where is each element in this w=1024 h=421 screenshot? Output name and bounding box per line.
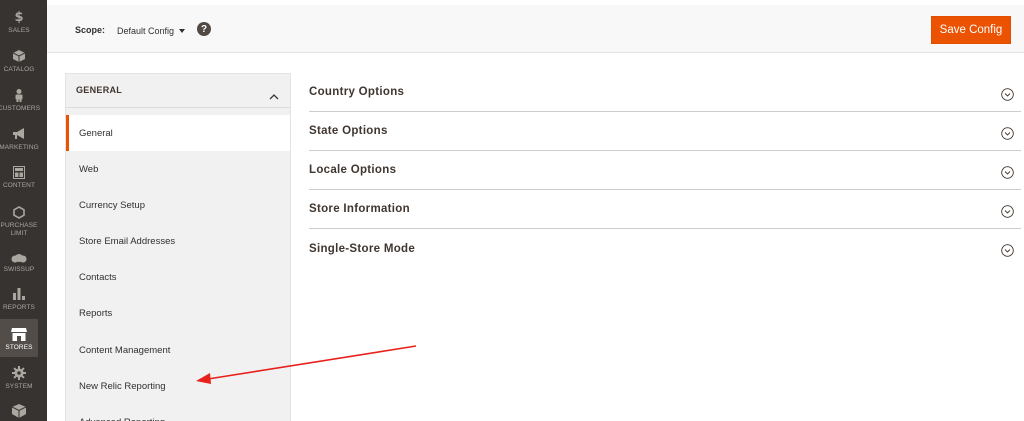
save-config-button[interactable]: Save Config: [931, 16, 1011, 44]
nav-item-content[interactable]: CONTENT: [0, 164, 38, 190]
nav-label: REPORTS: [2, 304, 35, 311]
bar-chart-icon: [11, 286, 27, 302]
nav-item-marketing[interactable]: MARKETING: [0, 126, 39, 152]
cube-icon: [11, 48, 27, 64]
tab-new-relic-reporting[interactable]: New Relic Reporting: [66, 368, 290, 404]
nav-item-catalog[interactable]: CATALOG: [0, 48, 38, 74]
nav-label: CUSTOMERS: [0, 105, 41, 112]
tab-advanced-reporting[interactable]: Advanced Reporting: [66, 404, 290, 421]
nav-item-swissup[interactable]: SWISSUP: [0, 250, 38, 274]
config-tabs-sidebar: GENERAL General Web Currency Setup Store…: [65, 73, 291, 421]
nav-label: PURCHASE: [0, 222, 38, 229]
tab-store-email-addresses[interactable]: Store Email Addresses: [66, 223, 290, 259]
help-icon[interactable]: ?: [197, 22, 211, 36]
section-title: Locale Options: [309, 164, 397, 176]
person-icon: [11, 87, 27, 103]
scope-value: Default Config: [117, 26, 175, 36]
scope-label: Scope:: [75, 25, 106, 35]
scope-toolbar: Scope: Default Config ? Save Config: [47, 5, 1024, 53]
tab-currency-setup[interactable]: Currency Setup: [66, 187, 290, 223]
section-country-options[interactable]: Country Options: [309, 73, 1021, 112]
nav-label: SYSTEM: [5, 383, 33, 390]
hexagon-icon: [11, 204, 27, 220]
tab-group-header[interactable]: GENERAL: [66, 74, 290, 108]
nav-item-purchase-limit[interactable]: PURCHASE LIMIT: [0, 204, 38, 238]
scope-switcher[interactable]: Default Config: [117, 24, 186, 38]
section-store-information[interactable]: Store Information: [309, 190, 1021, 229]
megaphone-icon: [11, 126, 27, 142]
nav-label: SWISSUP: [3, 266, 35, 273]
section-locale-options[interactable]: Locale Options: [309, 151, 1021, 190]
config-page: $ SALES CATALOG CUSTOMERS MARKETING CONT…: [0, 0, 1024, 421]
nav-item-extensions[interactable]: [0, 403, 38, 419]
nav-item-system[interactable]: SYSTEM: [0, 365, 38, 391]
nav-item-reports[interactable]: REPORTS: [0, 286, 38, 312]
dollar-icon: $: [14, 9, 24, 25]
chevron-circle-down-icon: [1001, 125, 1014, 144]
section-title: Store Information: [309, 203, 410, 215]
tab-reports[interactable]: Reports: [66, 295, 290, 331]
tab-general[interactable]: General: [66, 115, 290, 151]
box-icon: [11, 403, 27, 419]
chevron-circle-down-icon: [1001, 164, 1014, 183]
layout-icon: [11, 164, 27, 180]
store-icon: [11, 326, 27, 342]
section-title: State Options: [309, 125, 388, 137]
nav-label-line2: LIMIT: [10, 230, 28, 237]
tab-web[interactable]: Web: [66, 151, 290, 187]
tab-group-title: GENERAL: [76, 85, 123, 95]
section-single-store-mode[interactable]: Single-Store Mode: [309, 229, 1021, 268]
section-title: Country Options: [309, 86, 405, 98]
caret-down-icon: [179, 29, 186, 33]
nav-label: STORES: [5, 344, 33, 351]
nav-label: CONTENT: [2, 182, 36, 189]
nav-item-sales[interactable]: $ SALES: [0, 9, 38, 35]
gear-icon: [11, 365, 27, 381]
nav-item-customers[interactable]: CUSTOMERS: [0, 87, 41, 113]
nav-label: CATALOG: [3, 66, 35, 73]
tab-contacts[interactable]: Contacts: [66, 259, 290, 295]
chevron-circle-down-icon: [1001, 242, 1014, 261]
chevron-circle-down-icon: [1001, 203, 1014, 222]
nav-label: MARKETING: [0, 144, 39, 151]
section-state-options[interactable]: State Options: [309, 112, 1021, 151]
section-title: Single-Store Mode: [309, 242, 416, 255]
nav-label: SALES: [8, 27, 30, 34]
admin-sidebar: $ SALES CATALOG CUSTOMERS MARKETING CONT…: [0, 0, 47, 421]
chevron-up-icon: [269, 85, 279, 104]
nav-item-stores[interactable]: STORES: [0, 319, 38, 357]
tab-content-management[interactable]: Content Management: [66, 332, 290, 368]
cloud-icon: [11, 250, 27, 266]
chevron-circle-down-icon: [1001, 86, 1014, 105]
